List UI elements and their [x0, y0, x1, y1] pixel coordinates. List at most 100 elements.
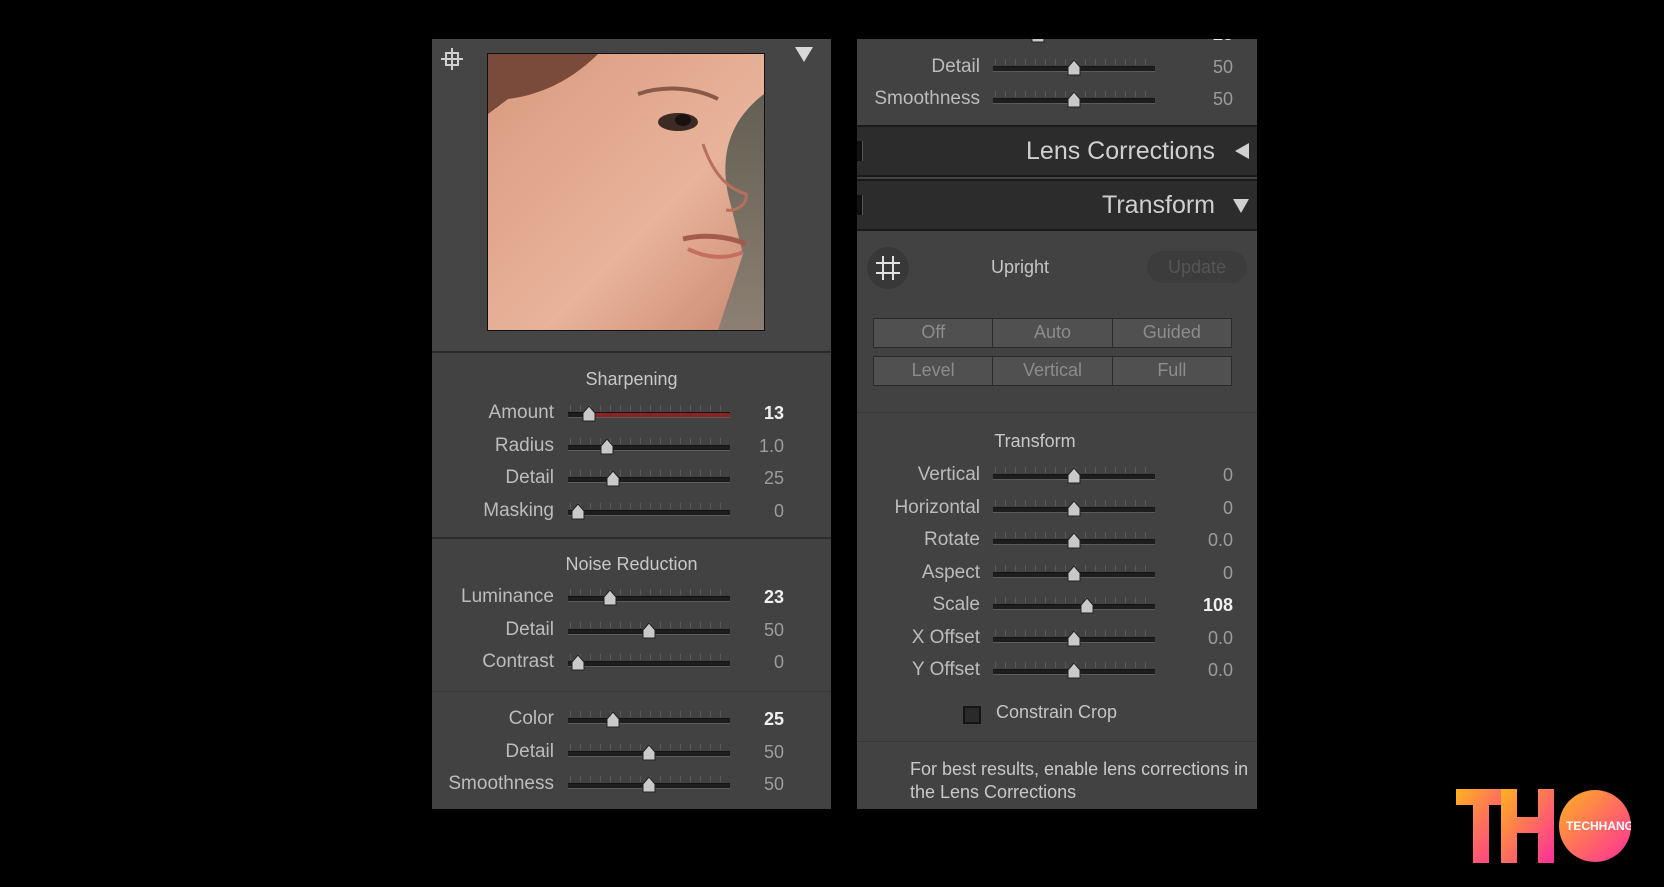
- upright-guided-button[interactable]: Guided: [1112, 319, 1231, 347]
- slider-track[interactable]: [568, 470, 730, 487]
- slider-thumb[interactable]: [606, 711, 620, 728]
- constrain-crop-checkbox[interactable]: [963, 706, 981, 724]
- slider-thumb[interactable]: [1067, 91, 1081, 108]
- slider-label: Y Offset: [912, 659, 980, 680]
- slider-thumb[interactable]: [571, 502, 585, 520]
- slider-value[interactable]: 0: [1157, 465, 1233, 486]
- zoomed-face-preview[interactable]: [487, 53, 765, 331]
- slider-track[interactable]: [993, 58, 1155, 75]
- slider-thumb[interactable]: [642, 743, 656, 761]
- slider-row-detail: Detail 50: [432, 739, 831, 767]
- slider-thumb[interactable]: [642, 621, 656, 639]
- slider-row-color: Color 25: [857, 39, 1257, 49]
- slider-track[interactable]: [568, 589, 730, 606]
- slider-row-aspect: Aspect 0: [857, 560, 1257, 588]
- slider-track[interactable]: [993, 564, 1155, 581]
- transform-header[interactable]: Transform: [857, 179, 1257, 231]
- slider-value[interactable]: 13: [722, 403, 784, 424]
- slider-track[interactable]: [568, 776, 730, 793]
- slider-track[interactable]: [568, 437, 730, 454]
- slider-thumb[interactable]: [1067, 532, 1081, 549]
- slider-track[interactable]: [993, 662, 1155, 679]
- slider-track[interactable]: [993, 597, 1155, 614]
- slider-thumb[interactable]: [1031, 39, 1045, 43]
- slider-value[interactable]: 108: [1157, 595, 1233, 616]
- update-button[interactable]: Update: [1147, 251, 1247, 283]
- slider-value[interactable]: 25: [722, 468, 784, 489]
- slider-thumb[interactable]: [600, 437, 614, 455]
- slider-value[interactable]: 23: [722, 587, 784, 608]
- slider-label: Masking: [483, 499, 554, 521]
- target-adjustment-icon[interactable]: [440, 47, 464, 71]
- preview-toggle-triangle-icon[interactable]: [795, 47, 813, 62]
- slider-label: Vertical: [917, 464, 980, 485]
- slider-track[interactable]: [993, 467, 1155, 484]
- slider-label: Color: [857, 39, 980, 45]
- slider-thumb[interactable]: [1067, 467, 1081, 484]
- slider-thumb[interactable]: [1080, 597, 1094, 614]
- guided-upright-icon: [876, 256, 900, 280]
- noise-reduction-title: Noise Reduction: [565, 554, 698, 574]
- slider-label: Color: [508, 708, 554, 729]
- slider-track[interactable]: [993, 91, 1155, 108]
- slider-value[interactable]: 50: [722, 774, 784, 795]
- slider-thumb[interactable]: [606, 470, 620, 487]
- slider-thumb[interactable]: [1067, 629, 1081, 647]
- lens-corrections-header[interactable]: Lens Corrections: [857, 125, 1257, 177]
- slider-thumb[interactable]: [603, 589, 617, 606]
- slider-thumb[interactable]: [582, 405, 596, 422]
- upright-auto-button[interactable]: Auto: [993, 319, 1113, 347]
- slider-value[interactable]: 50: [1157, 57, 1233, 78]
- expand-triangle-icon[interactable]: [1233, 199, 1249, 213]
- slider-label: Scale: [932, 594, 980, 615]
- detail-panel: Sharpening Amount 13 Radius 1.0 Detail 25 Mask…: [432, 39, 831, 809]
- slider-value[interactable]: 1.0: [722, 436, 784, 457]
- slider-label: Horizontal: [894, 496, 980, 518]
- upright-label: Upright: [991, 257, 1050, 277]
- slider-value[interactable]: 0: [1157, 498, 1233, 519]
- transform-help-text: For best results, enable lens correction…: [910, 759, 1249, 802]
- slider-track[interactable]: [568, 711, 730, 728]
- slider-value[interactable]: 25: [722, 709, 784, 730]
- upright-vertical-button[interactable]: Vertical: [993, 357, 1113, 385]
- slider-label: Detail: [505, 467, 554, 488]
- collapse-triangle-icon[interactable]: [1235, 143, 1249, 159]
- slider-row-luminance: Luminance 23: [432, 584, 831, 612]
- slider-value[interactable]: 0.0: [1157, 660, 1233, 681]
- slider-thumb[interactable]: [1067, 499, 1081, 517]
- slider-value[interactable]: 50: [1157, 89, 1233, 110]
- slider-value[interactable]: 0: [1157, 563, 1233, 584]
- slider-track[interactable]: [568, 621, 730, 638]
- slider-thumb[interactable]: [1067, 58, 1081, 76]
- transform-section-title: Transform: [994, 431, 1076, 451]
- upright-full-button[interactable]: Full: [1112, 357, 1231, 385]
- slider-value[interactable]: 0: [722, 501, 784, 522]
- slider-thumb[interactable]: [1067, 564, 1081, 582]
- slider-track[interactable]: [568, 654, 730, 671]
- upright-off-button[interactable]: Off: [874, 319, 994, 347]
- slider-track[interactable]: [993, 532, 1155, 549]
- constrain-crop-label: Constrain Crop: [996, 702, 1118, 722]
- lens-transform-panel: Color 25 Detail 50 Smoothness 50 Lens Correct…: [857, 39, 1257, 809]
- slider-thumb[interactable]: [1067, 662, 1081, 679]
- guided-upright-tool-button[interactable]: [867, 247, 909, 289]
- slider-track[interactable]: [993, 629, 1155, 646]
- slider-track[interactable]: [568, 502, 730, 519]
- panel-switch-icon[interactable]: [857, 141, 863, 161]
- detail-preview: [432, 39, 831, 353]
- slider-label: X Offset: [911, 626, 980, 648]
- upright-level-button[interactable]: Level: [874, 357, 994, 385]
- slider-value[interactable]: 25: [1157, 39, 1233, 45]
- slider-value[interactable]: 50: [722, 742, 784, 763]
- slider-track[interactable]: [568, 405, 730, 422]
- slider-track[interactable]: [993, 499, 1155, 516]
- slider-track[interactable]: [568, 743, 730, 760]
- panel-switch-icon[interactable]: [857, 195, 863, 215]
- slider-thumb[interactable]: [642, 776, 656, 793]
- slider-thumb[interactable]: [571, 654, 585, 671]
- slider-row-color: Color 25: [432, 706, 831, 734]
- slider-value[interactable]: 50: [722, 620, 784, 641]
- slider-value[interactable]: 0.0: [1157, 628, 1233, 649]
- slider-value[interactable]: 0: [722, 652, 784, 673]
- slider-value[interactable]: 0.0: [1157, 530, 1233, 551]
